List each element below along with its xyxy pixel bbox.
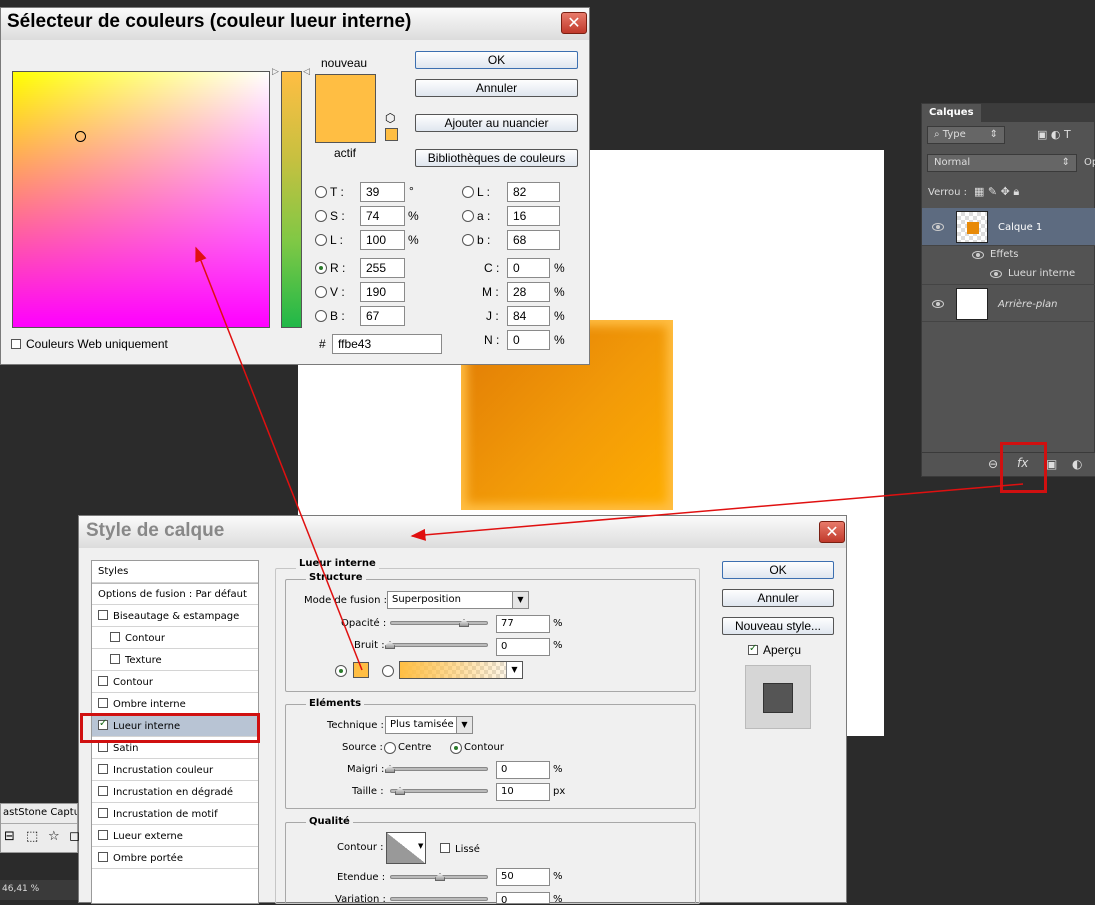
- annotation-arrows: [195, 246, 1024, 671]
- arrow-swatch-to-picker: [195, 246, 363, 671]
- arrow-fx-to-dialog: [410, 483, 1024, 541]
